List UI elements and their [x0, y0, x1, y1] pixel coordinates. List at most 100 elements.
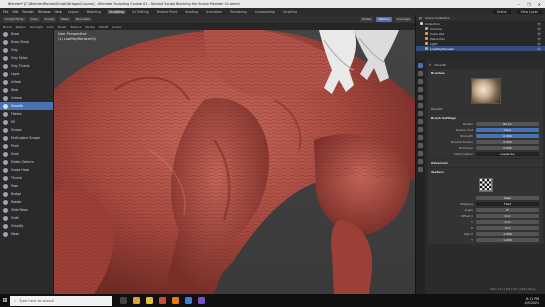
tool-scrape[interactable]: Scrape: [0, 126, 53, 134]
tab-sculpting[interactable]: Sculpting: [107, 9, 126, 14]
tool-fill[interactable]: Fill: [0, 118, 53, 126]
render-tab-icon[interactable]: [418, 71, 423, 76]
mapping-select[interactable]: Tiled: [476, 201, 539, 207]
physics-tab-icon[interactable]: [418, 135, 423, 140]
tool-smooth[interactable]: Smooth: [0, 102, 53, 110]
tab-compositing[interactable]: Compositing: [253, 10, 277, 14]
field-value[interactable]: 0.500: [476, 133, 539, 139]
field-value[interactable]: 0 m: [476, 225, 539, 231]
options-button[interactable]: Options: [376, 16, 392, 22]
field-value[interactable]: 0 m: [476, 219, 539, 225]
world-tab-icon[interactable]: [418, 103, 423, 108]
particles-tab-icon[interactable]: [418, 127, 423, 132]
visibility-eye-icon[interactable]: 👁: [537, 27, 545, 31]
field-value[interactable]: 1.000: [476, 231, 539, 237]
browser-icon[interactable]: [133, 297, 140, 304]
brush-preview-thumbnail[interactable]: [470, 78, 501, 104]
tool-multi-plane-scrape[interactable]: Multi-plane Scrape: [0, 134, 53, 142]
tool-elastic-deform[interactable]: Elastic Deform: [0, 158, 53, 166]
tool-cloth[interactable]: Cloth: [0, 214, 53, 222]
menu-face-sets[interactable]: Face Sets: [73, 16, 92, 22]
brushes-header[interactable]: Brushes: [428, 70, 543, 76]
tool-tab-icon[interactable]: [418, 63, 423, 68]
scene-tab-icon[interactable]: [418, 95, 423, 100]
texture-tab-icon[interactable]: [418, 167, 423, 172]
tool-thumb[interactable]: Thumb: [0, 174, 53, 182]
tool-inflate[interactable]: Inflate: [0, 78, 53, 86]
data-tab-icon[interactable]: [418, 151, 423, 156]
advanced-header[interactable]: Advanced: [428, 160, 543, 166]
app-icon[interactable]: [185, 297, 192, 304]
tool-pinch[interactable]: Pinch: [0, 142, 53, 150]
tool-rotate[interactable]: Rotate: [0, 198, 53, 206]
tab-layout[interactable]: Layout: [66, 10, 81, 14]
tool-setting-cursor[interactable]: Cursor: [112, 25, 122, 29]
tool-setting-texture[interactable]: Texture: [70, 25, 81, 29]
tool-mask[interactable]: Mask: [0, 230, 53, 238]
overlays-button[interactable]: Overlays: [394, 16, 412, 22]
explorer-icon[interactable]: [146, 297, 153, 304]
tool-grab[interactable]: Grab: [0, 150, 53, 158]
field-value[interactable]: 0.500: [476, 139, 539, 145]
blender-icon[interactable]: [172, 297, 179, 304]
field-value[interactable]: 0°: [476, 207, 539, 213]
visibility-eye-icon[interactable]: 👁: [537, 37, 545, 41]
menu-view[interactable]: View: [28, 16, 40, 22]
close-button[interactable]: ✕: [538, 2, 541, 7]
tool-setting-strength[interactable]: Strength: [30, 25, 43, 29]
tool-clay-strips[interactable]: Clay Strips: [0, 54, 53, 62]
material-tab-icon[interactable]: [418, 159, 423, 164]
brush-selector[interactable]: Smooth: [428, 106, 543, 112]
view-layer-selector[interactable]: View Layer: [516, 9, 542, 14]
3d-viewport[interactable]: User Perspective (1) LowPolyMonster(0): [54, 30, 415, 294]
tool-setting-radius[interactable]: Radius: [16, 25, 26, 29]
maximize-button[interactable]: ❐: [527, 2, 531, 7]
tool-layer[interactable]: Layer: [0, 70, 53, 78]
scene-selector[interactable]: Scene: [492, 9, 511, 14]
constraints-tab-icon[interactable]: [418, 143, 423, 148]
field-value[interactable]: Laplacian: [476, 151, 539, 157]
transform-orientation[interactable]: Global: [359, 16, 374, 22]
outliner-item[interactable]: LowPolyMonster 👁: [416, 46, 545, 51]
menu-help[interactable]: Help: [54, 10, 61, 14]
taskbar-search-box[interactable]: ⌕ Type here to search: [10, 295, 112, 306]
menu-mask[interactable]: Mask: [59, 16, 71, 22]
tool-clay-thumb[interactable]: Clay Thumb: [0, 62, 53, 70]
field-value[interactable]: 0.000: [476, 145, 539, 151]
texture-preview-checker[interactable]: [478, 178, 493, 192]
system-tray-clock[interactable]: 6:11 PM 4/5/2021: [525, 297, 545, 305]
tool-setting-falloff[interactable]: Falloff: [99, 25, 108, 29]
menu-edit[interactable]: Edit: [12, 10, 18, 14]
tool-slide-relax[interactable]: Slide Relax: [0, 206, 53, 214]
tab-scripting[interactable]: Scripting: [281, 10, 299, 14]
tab-uv-editing[interactable]: UV Editing: [130, 10, 151, 14]
tab-modeling[interactable]: Modeling: [85, 10, 104, 14]
menu-render[interactable]: Render: [23, 10, 34, 14]
tool-setting-brush[interactable]: Brush: [3, 25, 12, 29]
texture-header[interactable]: Texture: [428, 169, 543, 175]
windows-start-icon[interactable]: ⊞: [0, 294, 10, 307]
chrome-icon[interactable]: [159, 297, 166, 304]
tool-setting-stroke[interactable]: Stroke: [85, 25, 95, 29]
tool-flatten[interactable]: Flatten: [0, 110, 53, 118]
tool-draw-sharp[interactable]: Draw Sharp: [0, 38, 53, 46]
menu-window[interactable]: Window: [38, 10, 51, 14]
tool-blob[interactable]: Blob: [0, 86, 53, 94]
tool-snake-hook[interactable]: Snake Hook: [0, 166, 53, 174]
visibility-eye-icon[interactable]: 👁: [537, 22, 545, 26]
view-layer-tab-icon[interactable]: [418, 87, 423, 92]
modifier-tab-icon[interactable]: [418, 119, 423, 124]
tool-draw[interactable]: Draw: [0, 30, 53, 38]
tool-simplify[interactable]: Simplify: [0, 222, 53, 230]
new-texture-button[interactable]: New: [476, 195, 539, 201]
tool-crease[interactable]: Crease: [0, 94, 53, 102]
menu-file[interactable]: File: [3, 10, 8, 14]
tab-rendering[interactable]: Rendering: [228, 10, 248, 14]
tab-shading[interactable]: Shading: [183, 10, 200, 14]
visibility-eye-icon[interactable]: 👁: [537, 42, 545, 46]
menu-sculpt[interactable]: Sculpt: [42, 16, 56, 22]
minimize-button[interactable]: –: [518, 2, 520, 7]
mode-selector[interactable]: Sculpt Mode: [3, 16, 26, 22]
object-tab-icon[interactable]: [418, 111, 423, 116]
tool-pose[interactable]: Pose: [0, 182, 53, 190]
